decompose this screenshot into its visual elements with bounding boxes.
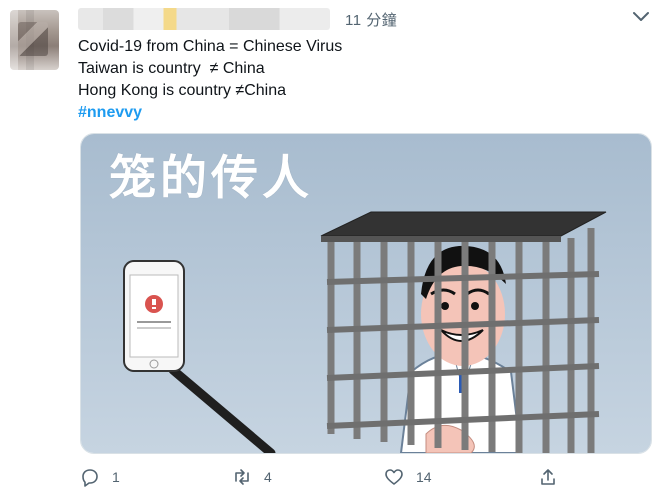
hashtag-link[interactable]: #nnevvy <box>78 102 342 124</box>
tweet-line: Hong Kong is country ≠China <box>78 82 287 99</box>
like-button[interactable]: 14 <box>384 466 432 488</box>
author-name-redacted[interactable] <box>78 8 330 30</box>
like-count: 14 <box>416 469 432 485</box>
tweet-timestamp[interactable]: 11 分鐘 <box>345 9 397 30</box>
heart-icon <box>385 469 403 485</box>
tweet-line: Covid-19 from China = Chinese Virus <box>78 38 343 55</box>
reply-count: 1 <box>112 469 120 485</box>
chevron-down-icon[interactable] <box>632 10 650 24</box>
reply-button[interactable]: 1 <box>80 466 120 488</box>
retweet-count: 4 <box>264 469 272 485</box>
retweet-button[interactable]: 4 <box>232 466 272 488</box>
avatar[interactable] <box>10 10 59 70</box>
phone-illustration <box>123 260 185 372</box>
tweet-line: Taiwan is country ≠ China <box>78 60 265 77</box>
tweet-body: Covid-19 from China = Chinese Virus Taiw… <box>78 36 342 124</box>
share-icon <box>541 469 555 485</box>
retweet-icon <box>235 469 249 485</box>
share-button[interactable] <box>538 466 570 488</box>
reply-icon <box>82 469 98 487</box>
tweet-media-image[interactable]: 笼的传人 <box>80 133 652 454</box>
media-caption: 笼的传人 <box>109 151 313 206</box>
